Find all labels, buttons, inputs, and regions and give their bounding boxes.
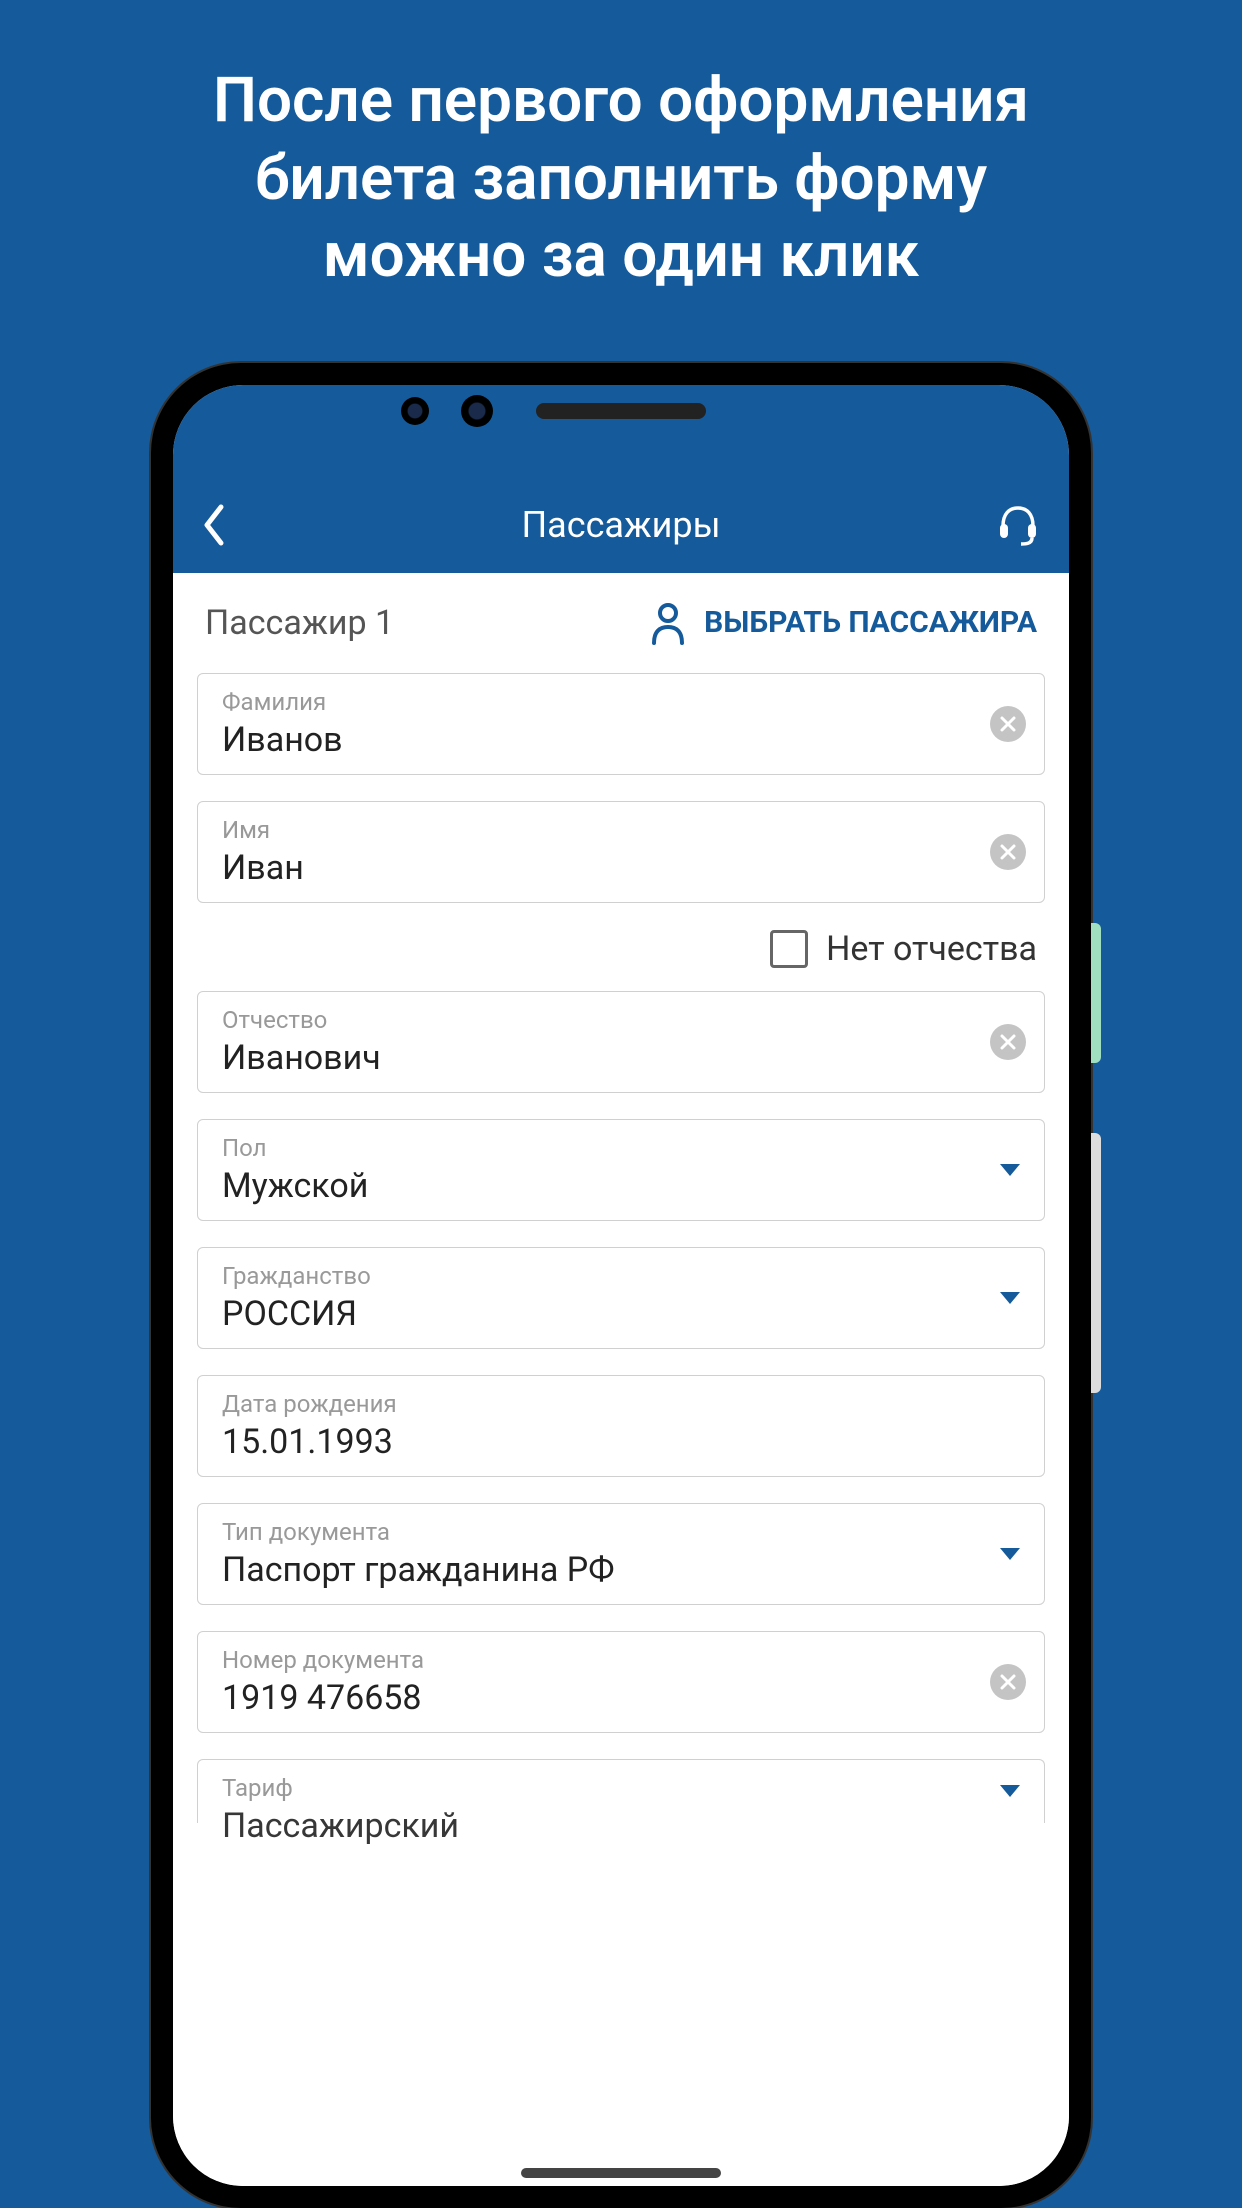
patronymic-field[interactable]: Отчество Иванович xyxy=(197,991,1045,1093)
surname-label: Фамилия xyxy=(222,688,1020,716)
promo-line-2: билета заполнить форму xyxy=(213,140,1029,218)
section-header: Пассажир 1 ВЫБРАТЬ ПАССАЖИРА xyxy=(197,573,1045,673)
tariff-value: Пассажирский xyxy=(222,1806,1020,1846)
phone-camera-1 xyxy=(401,397,429,425)
doc-type-field[interactable]: Тип документа Паспорт гражданина РФ xyxy=(197,1503,1045,1605)
phone-side-button-1 xyxy=(1091,923,1101,1063)
birthdate-value: 15.01.1993 xyxy=(222,1422,1020,1462)
tariff-field[interactable]: Тариф Пассажирский xyxy=(197,1759,1045,1823)
back-button[interactable] xyxy=(201,503,227,547)
promo-text: После первого оформления билета заполнит… xyxy=(173,62,1069,295)
patronymic-clear-button[interactable] xyxy=(990,1024,1026,1060)
surname-field[interactable]: Фамилия Иванов xyxy=(197,673,1045,775)
no-patronymic-row: Нет отчества xyxy=(197,929,1045,991)
chevron-down-icon xyxy=(1000,1548,1020,1560)
chevron-down-icon xyxy=(1000,1785,1020,1797)
name-value: Иван xyxy=(222,848,1020,888)
passenger-section-label: Пассажир 1 xyxy=(205,603,394,643)
surname-clear-button[interactable] xyxy=(990,706,1026,742)
gender-label: Пол xyxy=(222,1134,1020,1162)
patronymic-value: Иванович xyxy=(222,1038,1020,1078)
status-bar xyxy=(173,385,1069,477)
doc-type-value: Паспорт гражданина РФ xyxy=(222,1550,1020,1590)
no-patronymic-checkbox[interactable] xyxy=(770,930,808,968)
chevron-left-icon xyxy=(201,503,227,547)
person-icon xyxy=(648,601,688,645)
page-title: Пассажиры xyxy=(521,504,720,546)
doc-number-label: Номер документа xyxy=(222,1646,1020,1674)
birthdate-label: Дата рождения xyxy=(222,1390,1020,1418)
citizenship-field[interactable]: Гражданство РОССИЯ xyxy=(197,1247,1045,1349)
gender-value: Мужской xyxy=(222,1166,1020,1206)
doc-number-clear-button[interactable] xyxy=(990,1664,1026,1700)
surname-value: Иванов xyxy=(222,720,1020,760)
phone-screen: Пассажиры Пассажир 1 ВЫБРАТЬ ПА xyxy=(173,385,1069,2187)
close-icon xyxy=(999,715,1017,733)
chevron-down-icon xyxy=(1000,1292,1020,1304)
close-icon xyxy=(999,843,1017,861)
doc-number-value: 1919 476658 xyxy=(222,1678,1020,1718)
support-button[interactable] xyxy=(995,502,1041,548)
no-patronymic-label: Нет отчества xyxy=(826,929,1037,969)
promo-line-3: можно за один клик xyxy=(213,217,1029,295)
phone-side-button-2 xyxy=(1091,1133,1101,1393)
citizenship-value: РОССИЯ xyxy=(222,1294,1020,1334)
chevron-down-icon xyxy=(1000,1164,1020,1176)
headset-icon xyxy=(995,502,1041,548)
phone-speaker xyxy=(536,403,706,419)
doc-type-label: Тип документа xyxy=(222,1518,1020,1546)
name-clear-button[interactable] xyxy=(990,834,1026,870)
doc-number-field[interactable]: Номер документа 1919 476658 xyxy=(197,1631,1045,1733)
select-passenger-label: ВЫБРАТЬ ПАССАЖИРА xyxy=(704,605,1037,640)
patronymic-label: Отчество xyxy=(222,1006,1020,1034)
home-indicator xyxy=(521,2168,721,2178)
phone-frame: Пассажиры Пассажир 1 ВЫБРАТЬ ПА xyxy=(151,363,1091,2208)
close-icon xyxy=(999,1673,1017,1691)
tariff-label: Тариф xyxy=(222,1774,1020,1802)
gender-field[interactable]: Пол Мужской xyxy=(197,1119,1045,1221)
form-content[interactable]: Пассажир 1 ВЫБРАТЬ ПАССАЖИРА Фамилия Ива… xyxy=(173,573,1069,2187)
citizenship-label: Гражданство xyxy=(222,1262,1020,1290)
app-header: Пассажиры xyxy=(173,477,1069,573)
name-field[interactable]: Имя Иван xyxy=(197,801,1045,903)
close-icon xyxy=(999,1033,1017,1051)
select-passenger-button[interactable]: ВЫБРАТЬ ПАССАЖИРА xyxy=(648,601,1037,645)
promo-line-1: После первого оформления xyxy=(213,62,1029,140)
name-label: Имя xyxy=(222,816,1020,844)
phone-camera-2 xyxy=(461,395,493,427)
birthdate-field[interactable]: Дата рождения 15.01.1993 xyxy=(197,1375,1045,1477)
